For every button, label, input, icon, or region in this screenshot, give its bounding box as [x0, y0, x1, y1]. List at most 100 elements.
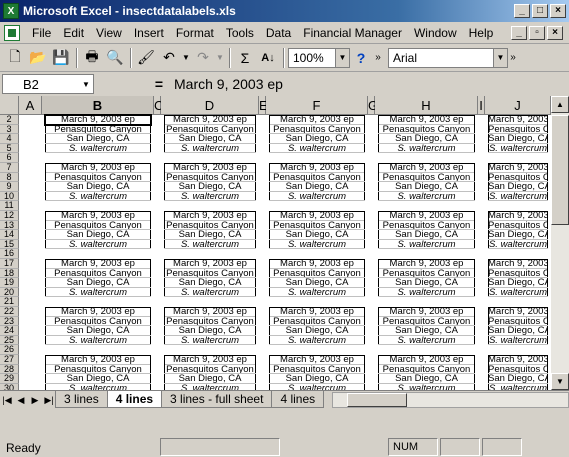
menu-edit[interactable]: Edit: [57, 26, 90, 40]
doc-close-button[interactable]: ×: [547, 25, 563, 40]
label-cell-place[interactable]: Penasquitos Canyon: [164, 269, 256, 279]
row-header[interactable]: 6: [0, 153, 19, 163]
help-icon[interactable]: ?: [350, 47, 372, 69]
label-cell-species[interactable]: S. waltercrum: [164, 144, 256, 154]
label-cell-city[interactable]: San Diego, CA: [488, 326, 548, 336]
label-cell-species[interactable]: S. waltercrum: [164, 192, 256, 202]
menu-help[interactable]: Help: [463, 26, 500, 40]
label-cell-city[interactable]: San Diego, CA: [488, 134, 548, 144]
label-cell-city[interactable]: San Diego, CA: [488, 182, 548, 192]
close-button[interactable]: ×: [550, 4, 566, 18]
row-header[interactable]: 12: [0, 211, 19, 221]
row-header[interactable]: 29: [0, 374, 19, 384]
label-cell-place[interactable]: Penasquitos Canyon: [45, 269, 151, 279]
excel-app-icon[interactable]: X: [3, 3, 19, 19]
label-cell-place[interactable]: Penasquitos Canyon: [269, 173, 365, 183]
menu-format[interactable]: Format: [170, 26, 220, 40]
autosum-icon[interactable]: Σ: [234, 47, 256, 69]
label-cell-place[interactable]: Penasquitos Canyon: [269, 317, 365, 327]
font-select[interactable]: Arial ▼: [388, 47, 508, 68]
undo-dropdown-icon[interactable]: ▼: [181, 47, 191, 69]
label-cell-city[interactable]: San Diego, CA: [164, 374, 256, 384]
scroll-up-icon[interactable]: ▲: [551, 96, 569, 113]
more-buttons-icon[interactable]: »: [373, 47, 383, 69]
next-sheet-icon[interactable]: ▶: [28, 392, 42, 408]
row-header[interactable]: 14: [0, 230, 19, 240]
column-header-h[interactable]: H: [375, 96, 478, 115]
label-cell-place[interactable]: Penasquitos Canyon: [45, 125, 151, 135]
row-header[interactable]: 7: [0, 163, 19, 173]
label-cell-place[interactable]: Penasquitos Canyon: [488, 269, 548, 279]
label-cell-species[interactable]: S. waltercrum: [164, 240, 256, 250]
label-cell-species[interactable]: S. waltercrum: [164, 288, 256, 298]
label-cell-city[interactable]: San Diego, CA: [269, 134, 365, 144]
label-cell-city[interactable]: San Diego, CA: [269, 326, 365, 336]
row-header[interactable]: 24: [0, 326, 19, 336]
label-cell-species[interactable]: S. waltercrum: [378, 336, 475, 346]
label-cell-city[interactable]: San Diego, CA: [164, 182, 256, 192]
label-cell-place[interactable]: Penasquitos Canyon: [378, 125, 475, 135]
label-cell-city[interactable]: San Diego, CA: [45, 326, 151, 336]
label-cell-city[interactable]: San Diego, CA: [45, 134, 151, 144]
label-cell-city[interactable]: San Diego, CA: [488, 374, 548, 384]
sheet-tab[interactable]: 3 lines: [55, 391, 108, 408]
menu-window[interactable]: Window: [408, 26, 463, 40]
label-cell-city[interactable]: San Diego, CA: [488, 278, 548, 288]
label-cell-city[interactable]: San Diego, CA: [378, 278, 475, 288]
label-cell-place[interactable]: Penasquitos Canyon: [378, 173, 475, 183]
row-header[interactable]: 21: [0, 297, 19, 307]
label-cell-city[interactable]: San Diego, CA: [45, 230, 151, 240]
undo-icon[interactable]: ↶: [158, 47, 180, 69]
save-icon[interactable]: 💾: [50, 47, 72, 69]
label-cell-place[interactable]: Penasquitos Canyon: [164, 317, 256, 327]
label-cell-species[interactable]: S. waltercrum: [488, 336, 548, 346]
row-header[interactable]: 2: [0, 115, 19, 125]
label-cell-place[interactable]: Penasquitos Canyon: [269, 221, 365, 231]
row-header[interactable]: 28: [0, 364, 19, 375]
toolbar-options-icon[interactable]: »: [508, 47, 518, 69]
label-cell-place[interactable]: Penasquitos Canyon: [164, 173, 256, 183]
label-cell-species[interactable]: S. waltercrum: [164, 336, 256, 346]
column-header-f[interactable]: F: [266, 96, 368, 115]
label-cell-city[interactable]: San Diego, CA: [45, 182, 151, 192]
label-cell-place[interactable]: Penasquitos Canyon: [269, 269, 365, 279]
row-header[interactable]: 22: [0, 307, 19, 317]
menu-view[interactable]: View: [90, 26, 128, 40]
worksheet-grid[interactable]: A B C D E F G H I J 2 March 9, 2003 ep March 9, 2003…: [0, 96, 569, 390]
row-header[interactable]: 5: [0, 143, 19, 154]
minimize-button[interactable]: _: [514, 4, 530, 18]
label-cell-place[interactable]: Penasquitos Canyon: [488, 221, 548, 231]
label-cell-city[interactable]: San Diego, CA: [378, 134, 475, 144]
label-cell-place[interactable]: Penasquitos Canyon: [378, 221, 475, 231]
label-cell-city[interactable]: San Diego, CA: [378, 230, 475, 240]
label-cell-species[interactable]: S. waltercrum: [269, 336, 365, 346]
label-cell-place[interactable]: Penasquitos Canyon: [488, 173, 548, 183]
label-cell-city[interactable]: San Diego, CA: [488, 230, 548, 240]
sort-ascending-icon[interactable]: A↓: [257, 47, 279, 69]
first-sheet-icon[interactable]: |◀: [0, 392, 14, 408]
label-cell-city[interactable]: San Diego, CA: [378, 182, 475, 192]
label-cell-species[interactable]: S. waltercrum: [269, 288, 365, 298]
label-cell-city[interactable]: San Diego, CA: [269, 230, 365, 240]
column-header-j[interactable]: J: [485, 96, 551, 115]
row-header[interactable]: 10: [0, 191, 19, 202]
chevron-down-icon[interactable]: ▼: [79, 75, 93, 93]
label-cell-city[interactable]: San Diego, CA: [45, 278, 151, 288]
label-cell-place[interactable]: Penasquitos Canyon: [45, 317, 151, 327]
label-cell-city[interactable]: San Diego, CA: [378, 374, 475, 384]
scroll-thumb[interactable]: [551, 115, 569, 225]
row-header[interactable]: 8: [0, 172, 19, 183]
label-cell-place[interactable]: Penasquitos Canyon: [378, 269, 475, 279]
label-cell-city[interactable]: San Diego, CA: [164, 230, 256, 240]
label-cell-place[interactable]: Penasquitos Canyon: [488, 365, 548, 375]
new-icon[interactable]: 🗋: [4, 47, 26, 69]
select-all-corner[interactable]: [0, 96, 19, 115]
label-cell-species[interactable]: S. waltercrum: [45, 288, 151, 298]
prev-sheet-icon[interactable]: ◀: [14, 392, 28, 408]
label-cell-species[interactable]: S. waltercrum: [269, 144, 365, 154]
label-cell-species[interactable]: S. waltercrum: [45, 144, 151, 154]
menu-data[interactable]: Data: [260, 26, 297, 40]
menu-insert[interactable]: Insert: [128, 26, 170, 40]
scroll-down-icon[interactable]: ▼: [551, 373, 569, 390]
menu-financial-manager[interactable]: Financial Manager: [297, 26, 408, 40]
